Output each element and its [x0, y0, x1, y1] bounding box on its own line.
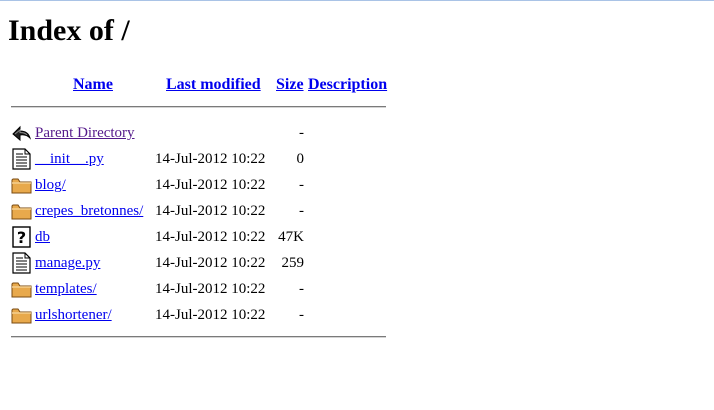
file-size: 47K — [278, 229, 304, 245]
modified-date: 14-Jul-2012 10:22 — [155, 255, 266, 271]
sort-by-size-link[interactable]: Size — [276, 76, 304, 93]
column-header-size: Size — [276, 75, 304, 95]
bottom-divider — [11, 336, 386, 338]
file-size: - — [299, 177, 304, 193]
page-title: Index of / — [8, 14, 130, 47]
list-item: blog/ 14-Jul-2012 10:22 - — [0, 172, 714, 198]
folder-icon — [11, 304, 32, 326]
folder-link[interactable]: blog/ — [35, 177, 66, 193]
list-item: __init__.py 14-Jul-2012 10:22 0 — [0, 146, 714, 172]
svg-text:?: ? — [17, 228, 26, 247]
file-size: - — [299, 125, 304, 141]
parent-directory-link[interactable]: Parent Directory — [35, 125, 135, 141]
modified-date: 14-Jul-2012 10:22 — [155, 203, 266, 219]
file-size: - — [299, 203, 304, 219]
folder-link[interactable]: crepes_bretonnes/ — [35, 203, 143, 219]
unknown-file-icon: ? — [11, 226, 32, 248]
column-header-name: Name — [73, 75, 113, 95]
list-item: urlshortener/ 14-Jul-2012 10:22 - — [0, 302, 714, 328]
modified-date: 14-Jul-2012 10:22 — [155, 281, 266, 297]
list-item: crepes_bretonnes/ 14-Jul-2012 10:22 - — [0, 198, 714, 224]
text-file-icon — [11, 148, 32, 170]
list-item: ? db 14-Jul-2012 10:22 47K — [0, 224, 714, 250]
file-size: - — [299, 307, 304, 323]
modified-date: 14-Jul-2012 10:22 — [155, 151, 266, 167]
list-item: manage.py 14-Jul-2012 10:22 259 — [0, 250, 714, 276]
folder-icon — [11, 174, 32, 196]
list-item: Parent Directory - — [0, 120, 714, 146]
modified-date: 14-Jul-2012 10:22 — [155, 229, 266, 245]
column-header-description: Description — [308, 75, 387, 95]
list-item: templates/ 14-Jul-2012 10:22 - — [0, 276, 714, 302]
folder-link[interactable]: urlshortener/ — [35, 307, 112, 323]
modified-date: 14-Jul-2012 10:22 — [155, 177, 266, 193]
sort-by-description-link[interactable]: Description — [308, 76, 387, 93]
file-link[interactable]: manage.py — [35, 255, 100, 271]
folder-link[interactable]: templates/ — [35, 281, 97, 297]
sort-by-name-link[interactable]: Name — [73, 76, 113, 93]
file-size: - — [299, 281, 304, 297]
sort-by-modified-link[interactable]: Last modified — [166, 76, 261, 93]
folder-icon — [11, 278, 32, 300]
file-size: 259 — [281, 255, 305, 271]
file-link[interactable]: __init__.py — [35, 151, 104, 167]
top-divider — [11, 106, 386, 108]
file-size: 0 — [296, 151, 305, 167]
column-header-modified: Last modified — [166, 75, 261, 95]
modified-date: 14-Jul-2012 10:22 — [155, 307, 266, 323]
file-link[interactable]: db — [35, 229, 50, 245]
folder-icon — [11, 200, 32, 222]
text-file-icon — [11, 252, 32, 274]
back-icon — [11, 122, 32, 144]
